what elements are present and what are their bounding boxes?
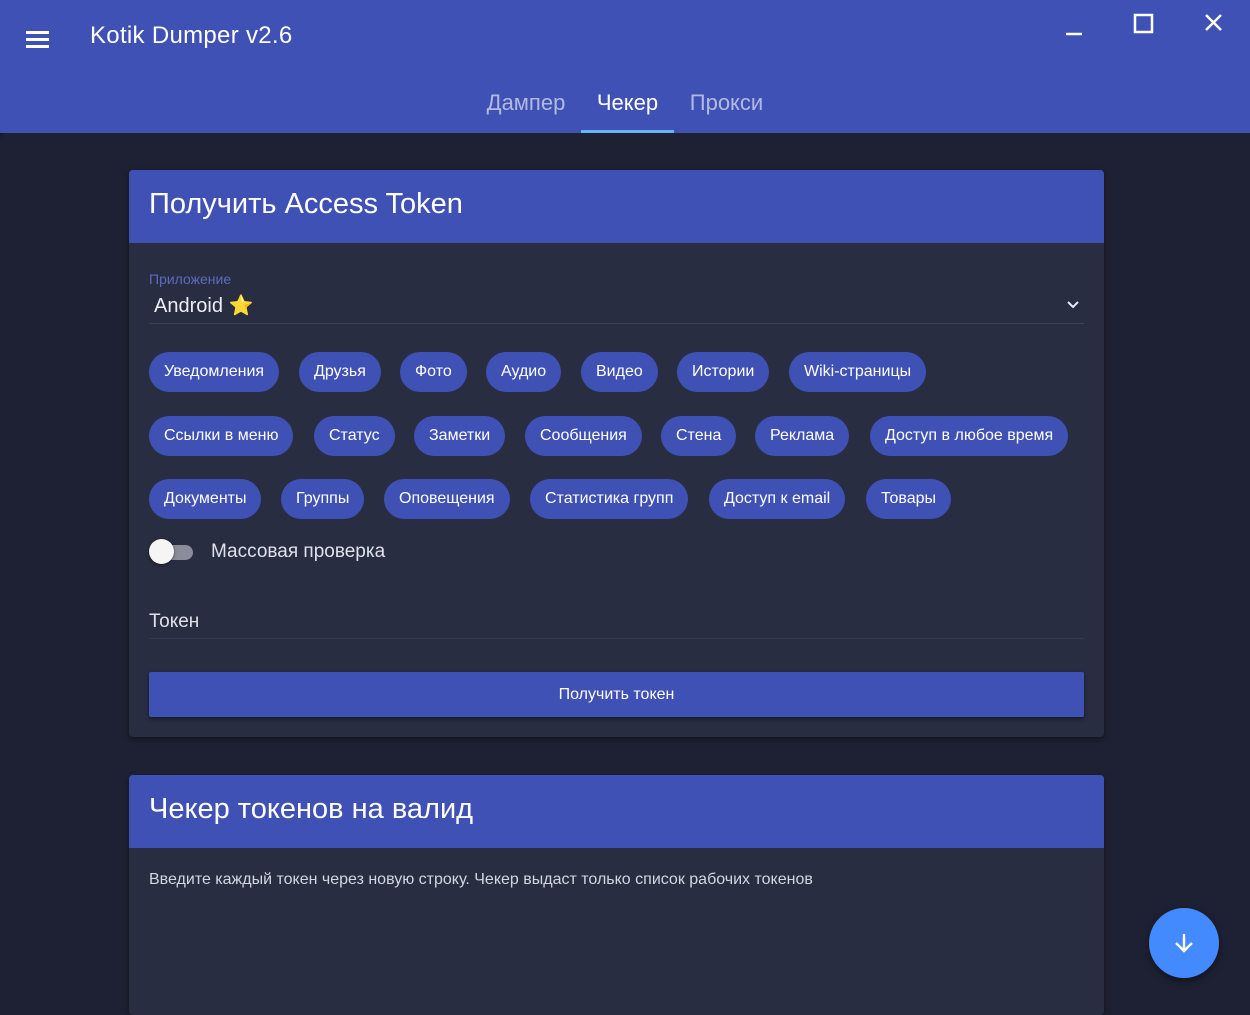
access-token-card: Получить Access Token Приложение Android…: [129, 170, 1104, 737]
chip-email-access[interactable]: Доступ к email: [709, 479, 846, 519]
chevron-down-icon[interactable]: [1066, 297, 1080, 315]
get-token-button[interactable]: Получить токен: [149, 672, 1084, 717]
chip-friends[interactable]: Друзья: [299, 352, 381, 392]
app-bar: Kotik Dumper v2.6 Дампер Чекер Прокси: [0, 0, 1250, 133]
app-select-value: Android ⭐: [154, 293, 253, 318]
tab-bar: Дампер Чекер Прокси: [0, 78, 1250, 133]
chip-status[interactable]: Статус: [314, 416, 395, 456]
chip-audio[interactable]: Аудио: [486, 352, 562, 392]
menu-icon[interactable]: [26, 30, 50, 48]
close-icon[interactable]: [1196, 8, 1232, 44]
tab-checker[interactable]: Чекер: [581, 78, 674, 133]
scrollbar[interactable]: [1240, 133, 1250, 1001]
token-checker-card-title: Чекер токенов на валид: [129, 775, 1104, 848]
chip-stories[interactable]: Истории: [677, 352, 770, 392]
app-select[interactable]: Приложение Android ⭐: [149, 271, 1084, 324]
chip-groups[interactable]: Группы: [281, 479, 365, 519]
chip-photos[interactable]: Фото: [400, 352, 467, 392]
chip-wiki[interactable]: Wiki-страницы: [789, 352, 927, 392]
token-checker-card: Чекер токенов на валид Введите каждый то…: [129, 775, 1104, 1015]
toggle-thumb: [149, 539, 174, 564]
chip-alerts[interactable]: Оповещения: [384, 479, 510, 519]
star-icon: ⭐: [228, 295, 254, 317]
scroll-down-button[interactable]: [1149, 908, 1219, 978]
chip-notifications[interactable]: Уведомления: [149, 352, 280, 392]
chip-offline-access[interactable]: Доступ в любое время: [870, 416, 1069, 456]
token-checker-hint: Введите каждый токен через новую строку.…: [149, 871, 813, 888]
chip-notes[interactable]: Заметки: [414, 416, 506, 456]
app-select-value-text: Android: [154, 295, 223, 317]
chip-ads[interactable]: Реклама: [755, 416, 850, 456]
chip-menu-links[interactable]: Ссылки в меню: [149, 416, 294, 456]
tab-proxy[interactable]: Прокси: [675, 78, 778, 133]
minimize-icon[interactable]: [1056, 8, 1092, 44]
tab-dumper[interactable]: Дампер: [472, 78, 580, 133]
maximize-icon[interactable]: [1126, 8, 1162, 44]
token-field: [149, 607, 1084, 639]
mass-check-label: Массовая проверка: [211, 541, 386, 562]
chip-group-stats[interactable]: Статистика групп: [530, 479, 689, 519]
chip-wall[interactable]: Стена: [661, 416, 737, 456]
chip-market[interactable]: Товары: [866, 479, 952, 519]
access-token-card-title: Получить Access Token: [129, 170, 1104, 243]
chip-video[interactable]: Видео: [581, 352, 658, 392]
chip-documents[interactable]: Документы: [149, 479, 262, 519]
mass-check-toggle[interactable]: [149, 539, 193, 565]
arrow-down-icon: [1175, 934, 1193, 953]
app-title: Kotik Dumper v2.6: [90, 22, 293, 49]
chip-messages[interactable]: Сообщения: [525, 416, 642, 456]
token-input[interactable]: [149, 607, 1084, 637]
app-select-label: Приложение: [149, 271, 232, 287]
